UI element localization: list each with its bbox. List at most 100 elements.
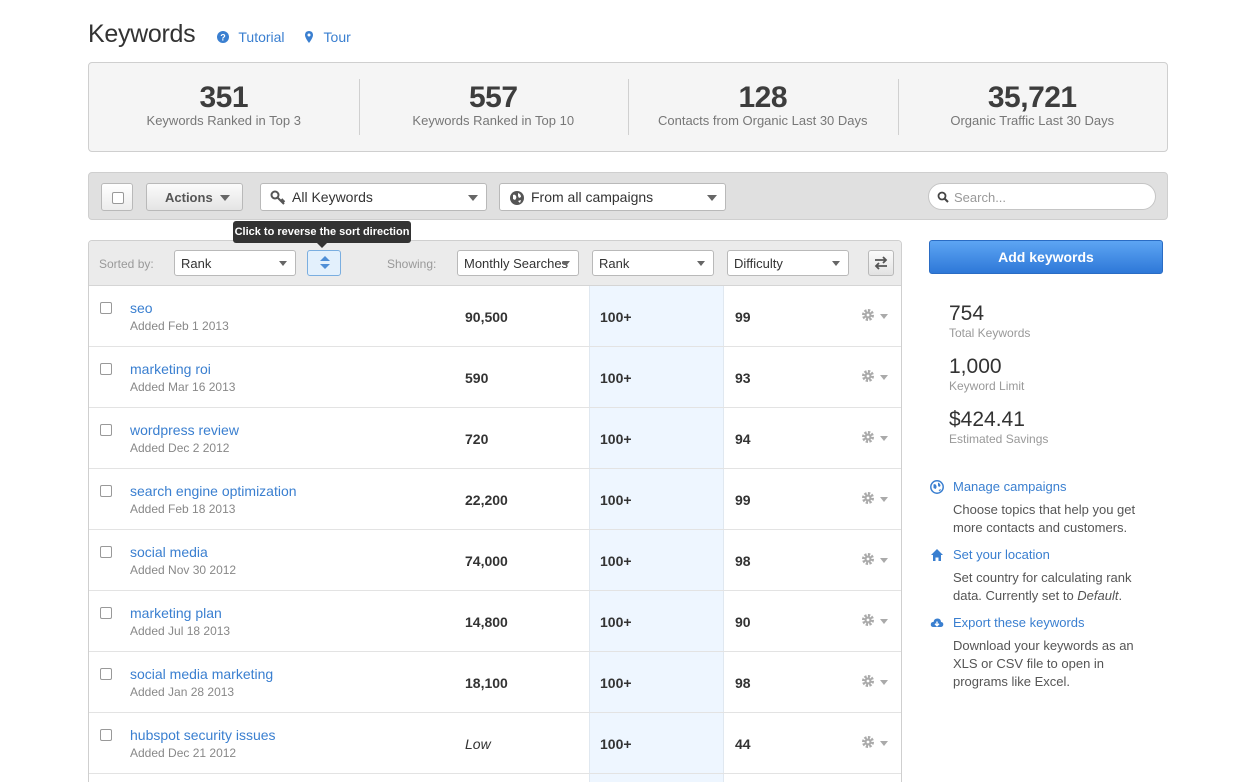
chevron-down-icon[interactable] (880, 558, 888, 563)
set-location-desc: Set country for calculating rank data. C… (953, 569, 1153, 605)
tour-link[interactable]: Tour (303, 29, 351, 45)
keyword-link[interactable]: social media marketing (130, 666, 273, 682)
chevron-down-icon (220, 195, 230, 201)
keyword-link[interactable]: marketing plan (130, 605, 222, 621)
stat-label: Keywords Ranked in Top 10 (412, 113, 575, 128)
sort-down-icon (320, 264, 330, 269)
column3-value: Difficulty (734, 255, 783, 271)
export-keywords-link[interactable]: Export these keywords (953, 615, 1085, 630)
stats-bar: 351 Keywords Ranked in Top 3 557 Keyword… (88, 62, 1168, 152)
search-input[interactable] (954, 188, 1149, 206)
rank-value: 100+ (600, 431, 632, 447)
chevron-down-icon[interactable] (880, 619, 888, 624)
chevron-down-icon[interactable] (880, 741, 888, 746)
difficulty-value: 44 (735, 736, 751, 752)
export-keywords-desc: Download your keywords as an XLS or CSV … (953, 638, 1134, 689)
key-icon (270, 190, 286, 205)
stat-value: 35,721 (987, 81, 1077, 114)
row-checkbox[interactable] (100, 485, 112, 497)
keyword-added-date: Added Dec 2 2012 (130, 441, 230, 455)
globe-icon (930, 480, 944, 494)
gear-icon[interactable] (861, 430, 875, 444)
reverse-sort-button[interactable] (307, 250, 341, 276)
export-keywords-block: Export these keywords Download your keyw… (929, 615, 1159, 693)
chevron-down-icon[interactable] (880, 314, 888, 319)
stat-top3: 351 Keywords Ranked in Top 3 (89, 63, 359, 151)
difficulty-value: 90 (735, 614, 751, 630)
sort-field-value: Rank (181, 255, 212, 271)
keyword-link[interactable]: marketing roi (130, 361, 211, 377)
gear-icon[interactable] (861, 491, 875, 505)
chevron-down-icon[interactable] (880, 375, 888, 380)
keyword-rows: seo Added Feb 1 2013 90,500 100+ 99 mark… (89, 286, 901, 774)
rank-value: 100+ (600, 675, 632, 691)
rank-value: 100+ (600, 736, 632, 752)
swap-arrows-icon (874, 256, 888, 270)
row-checkbox[interactable] (100, 729, 112, 741)
help-circle-icon: ? (217, 31, 230, 43)
gear-icon[interactable] (861, 308, 875, 322)
monthly-searches: 22,200 (465, 492, 508, 508)
location-desc-suffix: . (1118, 588, 1123, 603)
difficulty-value: 93 (735, 370, 751, 386)
stat-label: Keywords Ranked in Top 3 (146, 113, 301, 128)
keyword-limit-stat: 1,000 Keyword Limit (949, 355, 1024, 393)
row-checkbox[interactable] (100, 668, 112, 680)
column2-select[interactable]: Rank (592, 250, 714, 276)
row-checkbox[interactable] (100, 424, 112, 436)
keyword-link[interactable]: social media (130, 544, 208, 560)
difficulty-value: 94 (735, 431, 751, 447)
chevron-down-icon[interactable] (880, 436, 888, 441)
tutorial-label: Tutorial (238, 29, 285, 45)
table-row: seo Added Feb 1 2013 90,500 100+ 99 (89, 286, 901, 347)
keywords-table: Sorted by: Rank Showing: Monthly Searche… (88, 240, 902, 782)
select-all-checkbox[interactable] (101, 183, 133, 211)
row-checkbox[interactable] (100, 546, 112, 558)
keyword-added-date: Added Mar 16 2013 (130, 380, 236, 394)
monthly-searches: Low (465, 736, 491, 752)
keyword-added-date: Added Jul 18 2013 (130, 624, 231, 638)
gear-icon[interactable] (861, 735, 875, 749)
rank-value: 100+ (600, 614, 632, 630)
sort-tooltip: Click to reverse the sort direction (233, 221, 411, 248)
chevron-down-icon[interactable] (880, 497, 888, 502)
chevron-down-icon[interactable] (880, 680, 888, 685)
total-keywords-label: Total Keywords (949, 326, 1031, 340)
manage-campaigns-block: Manage campaigns Choose topics that help… (929, 479, 1159, 539)
table-row: social media Added Nov 30 2012 74,000 10… (89, 530, 901, 591)
gear-icon[interactable] (861, 613, 875, 627)
keyword-link[interactable]: seo (130, 300, 153, 316)
title-row: Keywords ? Tutorial Tour (88, 16, 351, 52)
sort-field-select[interactable]: Rank (174, 250, 296, 276)
set-location-link[interactable]: Set your location (953, 547, 1050, 562)
campaign-filter-select[interactable]: From all campaigns (499, 183, 726, 211)
stat-value: 557 (468, 81, 518, 114)
keyword-link[interactable]: hubspot security issues (130, 727, 276, 743)
page-title: Keywords (88, 19, 196, 48)
row-checkbox[interactable] (100, 363, 112, 375)
sort-up-icon (320, 256, 330, 261)
column3-select[interactable]: Difficulty (727, 250, 849, 276)
gear-icon[interactable] (861, 674, 875, 688)
add-keywords-button[interactable]: Add keywords (929, 240, 1163, 274)
row-checkbox[interactable] (100, 302, 112, 314)
tutorial-link[interactable]: ? Tutorial (217, 29, 285, 45)
chevron-down-icon (832, 261, 840, 266)
swap-columns-button[interactable] (868, 250, 894, 276)
column1-select[interactable]: Monthly Searches (457, 250, 579, 276)
search-icon (937, 191, 949, 203)
chevron-down-icon (697, 261, 705, 266)
monthly-searches: 720 (465, 431, 489, 447)
keyword-link[interactable]: wordpress review (130, 422, 239, 438)
gear-icon[interactable] (861, 552, 875, 566)
gear-icon[interactable] (861, 369, 875, 383)
table-row: marketing plan Added Jul 18 2013 14,800 … (89, 591, 901, 652)
rank-value: 100+ (600, 370, 632, 386)
keyword-added-date: Added Nov 30 2012 (130, 563, 237, 577)
keyword-link[interactable]: search engine optimization (130, 483, 297, 499)
rank-value: 100+ (600, 309, 632, 325)
row-checkbox[interactable] (100, 607, 112, 619)
actions-button[interactable]: Actions (146, 183, 243, 211)
keyword-filter-select[interactable]: All Keywords (260, 183, 487, 211)
manage-campaigns-link[interactable]: Manage campaigns (953, 479, 1066, 494)
